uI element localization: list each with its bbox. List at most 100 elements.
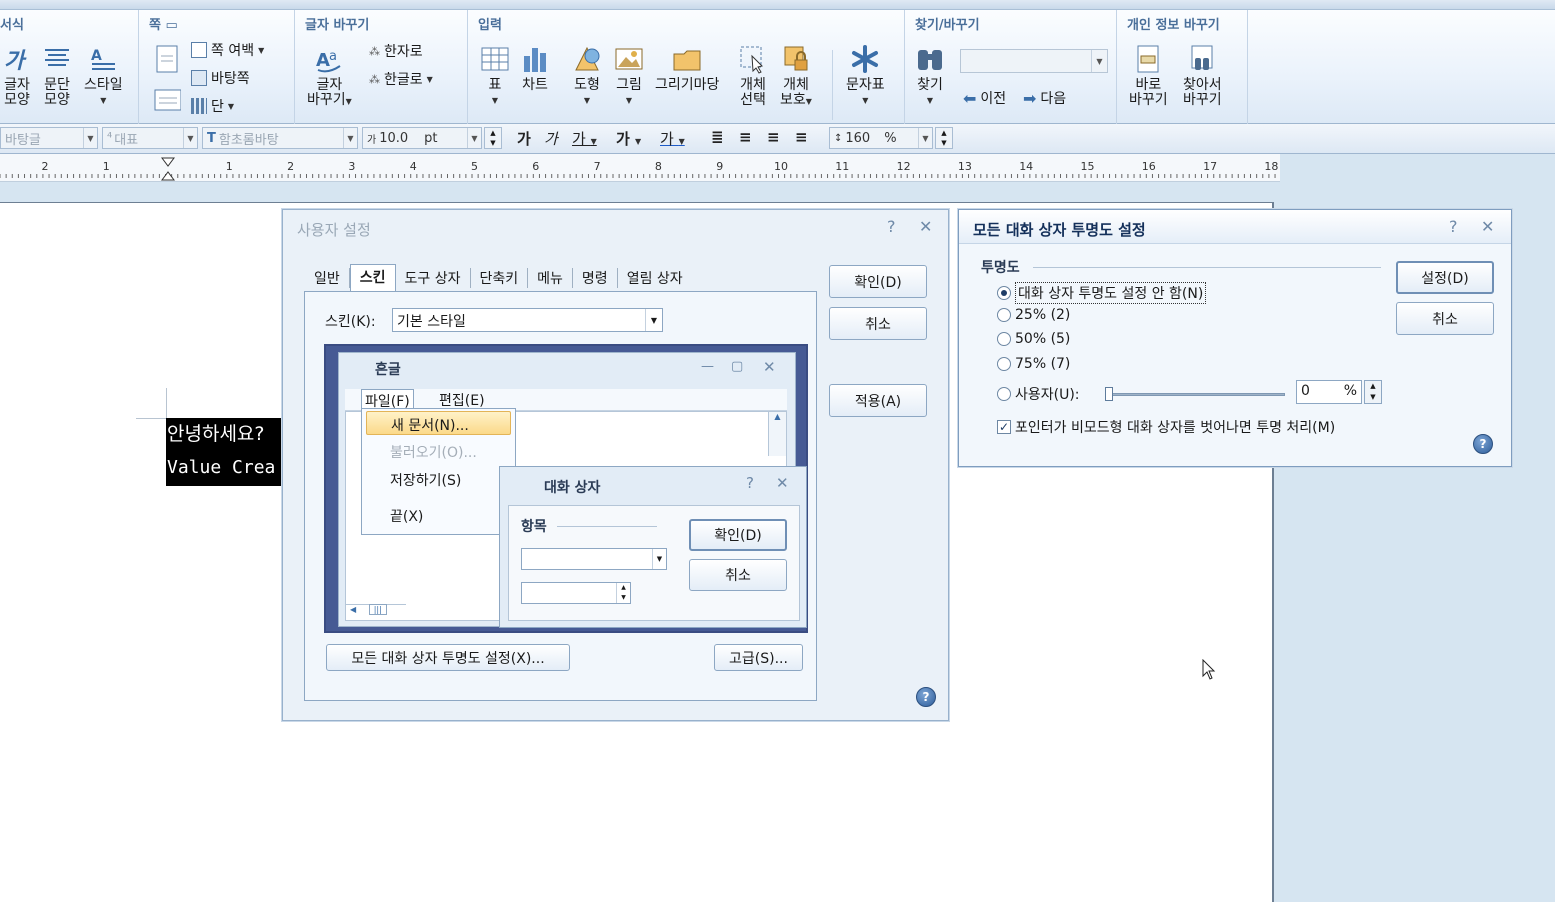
apply-button[interactable]: 적용(A) — [829, 384, 927, 417]
skin-label: 스킨(K): — [325, 314, 376, 330]
tab-open-box[interactable]: 열림 상자 — [618, 268, 692, 288]
group-title-privacy: 개인 정보 바꾸기 — [1127, 18, 1220, 33]
find-prev-button[interactable]: ⬅ 이전 — [963, 88, 1006, 108]
radio-button[interactable] — [997, 332, 1011, 346]
transparency-option[interactable]: 사용자(U): — [997, 384, 1080, 404]
align-center-icon[interactable]: ≡ — [767, 128, 780, 146]
picture-button[interactable]: 그림 ▼ — [614, 44, 644, 108]
custom-value-spinner[interactable]: ▲ ▼ — [1364, 380, 1382, 404]
char-shape-button[interactable]: 가 글자 모양 — [2, 44, 32, 108]
background-page-button[interactable]: 바탕쪽 — [191, 68, 250, 88]
radio-button[interactable] — [997, 286, 1011, 300]
page-setup-button[interactable] — [153, 44, 181, 78]
close-icon[interactable]: ✕ — [1481, 217, 1494, 236]
pointer-transparent-checkbox[interactable]: ✓ 포인터가 비모드형 대화 상자를 벗어나면 투명 처리(M) — [997, 417, 1335, 437]
lang-combo[interactable]: 바탕글 ▼ — [0, 127, 98, 149]
help-question-icon[interactable]: ? — [887, 217, 896, 236]
dialog-titlebar[interactable]: 사용자 설정 ? ✕ — [283, 210, 948, 244]
transparency-option[interactable]: 75% (7) — [997, 356, 1070, 372]
ruler-label: 6 — [532, 160, 539, 173]
font-size-icon: 가 — [367, 134, 377, 146]
ruler-label: 12 — [897, 160, 911, 173]
tab-commands[interactable]: 명령 — [573, 268, 618, 288]
tab-skin[interactable]: 스킨 — [349, 264, 396, 292]
bold-button[interactable]: 가 — [517, 128, 531, 149]
binoculars-icon — [918, 50, 942, 70]
chevron-down-icon[interactable]: ▼ — [645, 309, 662, 331]
convert-char-button[interactable]: Aa 글자 바꾸기▼ — [307, 44, 352, 109]
to-hanja-button[interactable]: ⁂ 한자로 — [369, 41, 423, 61]
para-shape-button[interactable]: 문단 모양 — [42, 44, 72, 108]
tab-menu[interactable]: 메뉴 — [528, 268, 573, 288]
ribbon-group-format: 서식 가 글자 모양 문단 모양 A 스타일 ▼ — [0, 10, 139, 124]
ruler-label: 4 — [410, 160, 417, 173]
transparency-option[interactable]: 대화 상자 투명도 설정 안 함(N) — [997, 282, 1207, 304]
char-map-button[interactable]: 문자표 ▼ — [846, 44, 885, 108]
tab-general[interactable]: 일반 — [305, 268, 350, 288]
style-combo[interactable]: ⁴ 대표 ▼ — [102, 127, 198, 149]
font-color-button[interactable]: 가 ▼ — [660, 128, 685, 149]
tab-shortcuts[interactable]: 단축키 — [471, 268, 529, 288]
protect-object-button[interactable]: 개체 보호▼ — [780, 44, 812, 109]
font-size-combo[interactable]: 가 10.0 pt ▼ — [362, 127, 482, 149]
strikeout-button[interactable]: 가 ▼ — [616, 128, 641, 149]
all-dialog-transparency-button[interactable]: 모든 대화 상자 투명도 설정(X)... — [326, 644, 570, 671]
close-icon: ✕ — [776, 474, 789, 492]
find-combo-dropdown[interactable]: ▼ — [1091, 50, 1107, 72]
page-margin-button[interactable]: 쪽 여백 ▼ — [191, 40, 264, 60]
tab-toolbox[interactable]: 도구 상자 — [396, 268, 471, 288]
align-left-icon[interactable]: ≡ — [739, 128, 752, 146]
underline-button[interactable]: 가 ▼ — [572, 128, 597, 149]
italic-button[interactable]: 가 — [544, 128, 558, 149]
help-icon[interactable]: ? — [916, 687, 936, 707]
preview-dialog-title: 대화 상자 — [544, 480, 601, 496]
table-button[interactable]: 표 ▼ — [480, 44, 510, 108]
ok-button[interactable]: 확인(D) — [829, 265, 927, 298]
shape-button[interactable]: 도형 ▼ — [572, 44, 602, 108]
checkbox[interactable]: ✓ — [997, 420, 1011, 434]
advanced-button[interactable]: 고급(S)... — [714, 644, 803, 671]
chart-button[interactable]: 차트 — [520, 44, 550, 93]
align-justify-icon[interactable]: ≣ — [711, 128, 724, 146]
shape-icon — [575, 46, 600, 71]
transparency-option[interactable]: 50% (5) — [997, 331, 1070, 347]
cancel-button[interactable]: 취소 — [829, 307, 927, 340]
custom-value-input[interactable]: 0% — [1296, 380, 1362, 404]
ruler-label: 2 — [42, 160, 49, 173]
dialog-titlebar[interactable]: 모든 대화 상자 투명도 설정 ? ✕ — [959, 210, 1511, 244]
transparency-option[interactable]: 25% (2) — [997, 307, 1070, 323]
radio-button[interactable] — [997, 357, 1011, 371]
radio-button[interactable] — [997, 387, 1011, 401]
find-combo[interactable]: ▼ — [960, 49, 1108, 73]
help-question-icon[interactable]: ? — [1449, 217, 1458, 236]
option-label: 사용자(U): — [1015, 387, 1080, 403]
settings-tabs: 일반 스킨 도구 상자 단축키 메뉴 명령 열림 상자 — [305, 264, 692, 292]
columns-button[interactable]: 단 ▼ — [191, 96, 234, 116]
font-combo[interactable]: T 함초롬바탕 ▼ — [202, 127, 358, 149]
horizontal-ruler[interactable]: 2 1 1 2 3 4 5 6 7 8 9 10 11 12 13 14 15 16 17 18 — [0, 154, 1280, 182]
select-object-button[interactable]: 개체 선택 — [738, 44, 768, 108]
radio-button[interactable] — [997, 308, 1011, 322]
align-right-icon[interactable]: ≡ — [795, 128, 808, 146]
find-replace-button[interactable]: 찾아서 바꾸기 — [1183, 44, 1222, 108]
style-button[interactable]: A 스타일 ▼ — [84, 44, 123, 108]
font-size-spinner[interactable]: ▲ ▼ — [484, 127, 502, 149]
cancel-button[interactable]: 취소 — [1396, 302, 1494, 335]
selected-text[interactable]: 안녕하세요? Value Crea — [166, 418, 282, 486]
help-icon[interactable]: ? — [1473, 434, 1493, 454]
line-spacing-spinner[interactable]: ▲ ▼ — [935, 127, 953, 149]
set-button[interactable]: 설정(D) — [1396, 261, 1494, 294]
drawing-madang-button[interactable]: 그리기마당 — [655, 44, 719, 93]
page-border-button[interactable] — [153, 84, 182, 118]
slider-thumb[interactable] — [1105, 387, 1113, 401]
find-next-button[interactable]: ➡ 다음 — [1023, 88, 1066, 108]
find-button[interactable]: 찾기 ▼ — [915, 44, 945, 108]
transparency-slider[interactable] — [1105, 387, 1285, 401]
skin-select[interactable]: 기본 스타일 ▼ — [392, 308, 663, 332]
ruler-label: 17 — [1203, 160, 1217, 173]
to-hangul-button[interactable]: ⁂ 한글로 ▼ — [369, 69, 433, 89]
option-label: 50% (5) — [1015, 331, 1071, 347]
line-spacing-combo[interactable]: ↕ 160% ▼ — [829, 127, 933, 149]
replace-now-button[interactable]: 바로 바꾸기 — [1129, 44, 1168, 108]
close-icon[interactable]: ✕ — [919, 217, 932, 236]
